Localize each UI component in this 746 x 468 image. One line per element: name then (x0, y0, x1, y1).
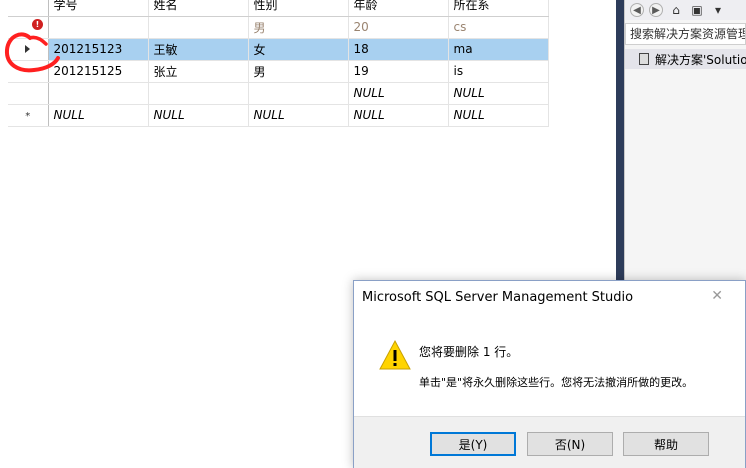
table-row[interactable]: ! 男 20 cs (8, 16, 549, 39)
dialog-message: 您将要删除 1 行。 (419, 345, 519, 359)
dialog-title: Microsoft SQL Server Management Studio (362, 290, 634, 305)
new-row-icon: * (25, 111, 31, 122)
current-row-arrow-icon (25, 45, 31, 53)
dialog-message-detail: 单击"是"将永久删除这些行。您将无法撤消所做的更改。 (419, 376, 694, 389)
table-cell[interactable]: NULL (48, 104, 149, 127)
table-cell[interactable]: is (448, 60, 549, 83)
table-cell[interactable]: 19 (348, 60, 449, 83)
table-cell[interactable] (148, 16, 249, 39)
table-cell[interactable]: 男 (248, 60, 349, 83)
help-button[interactable]: 帮助 (623, 432, 709, 456)
table-cell[interactable]: 201215125 (48, 60, 149, 83)
forward-icon[interactable]: ▶ (649, 3, 663, 17)
table-cell[interactable]: NULL (448, 82, 549, 105)
switch-views-icon[interactable]: ▣ (689, 2, 705, 18)
table-cell[interactable]: 20 (348, 16, 449, 39)
close-icon[interactable]: ✕ (711, 288, 723, 304)
tree-item-solution[interactable]: 解决方案'Solutio (625, 49, 746, 69)
row-selector[interactable]: ! (8, 16, 49, 39)
chevron-down-icon[interactable]: ▾ (710, 2, 726, 18)
no-button[interactable]: 否(N) (527, 432, 613, 456)
table-cell[interactable] (148, 82, 249, 105)
table-cell[interactable]: 18 (348, 38, 449, 61)
dialog-button-bar: 是(Y) 否(N) 帮助 (354, 416, 745, 468)
header-selector (8, 0, 49, 17)
table-cell[interactable]: 男 (248, 16, 349, 39)
error-icon: ! (32, 18, 43, 30)
table-header-row: 学号 姓名 性别 年龄 所在系 (8, 0, 549, 17)
table-cell[interactable]: 201215123 (48, 38, 149, 61)
table-row[interactable]: NULL NULL (8, 82, 549, 105)
row-selector[interactable] (8, 82, 49, 105)
table-cell[interactable]: ma (448, 38, 549, 61)
delete-confirm-dialog: Microsoft SQL Server Management Studio ✕… (353, 280, 746, 468)
row-selector[interactable]: * (8, 104, 49, 127)
column-header[interactable]: 年龄 (348, 0, 449, 17)
explorer-search-input[interactable]: 搜索解决方案资源管理 (625, 23, 746, 45)
table-grid: 学号 姓名 性别 年龄 所在系 ! 男 20 cs 201215123 王敏 女… (8, 0, 549, 127)
table-cell[interactable]: 王敏 (148, 38, 249, 61)
table-row[interactable]: 201215125 张立 男 19 is (8, 60, 549, 83)
table-cell[interactable]: cs (448, 16, 549, 39)
row-selector[interactable] (8, 38, 49, 61)
table-cell[interactable]: NULL (348, 104, 449, 127)
table-cell[interactable]: NULL (448, 104, 549, 127)
tree-item-label: 解决方案'Solutio (655, 52, 746, 67)
table-cell[interactable]: 女 (248, 38, 349, 61)
table-cell[interactable] (48, 82, 149, 105)
table-cell[interactable]: NULL (348, 82, 449, 105)
table-row-selected[interactable]: 201215123 王敏 女 18 ma (8, 38, 549, 61)
solution-icon (639, 53, 649, 65)
table-cell[interactable] (248, 82, 349, 105)
yes-button[interactable]: 是(Y) (430, 432, 516, 456)
warning-icon (379, 339, 411, 370)
table-cell[interactable] (48, 16, 149, 39)
table-row-new[interactable]: * NULL NULL NULL NULL NULL (8, 104, 549, 127)
column-header[interactable]: 学号 (48, 0, 149, 17)
column-header[interactable]: 姓名 (148, 0, 249, 17)
explorer-toolbar: ◀ ▶ ⌂ ▣ ▾ (625, 0, 746, 20)
back-icon[interactable]: ◀ (630, 3, 644, 17)
table-cell[interactable]: 张立 (148, 60, 249, 83)
table-cell[interactable]: NULL (248, 104, 349, 127)
table-cell[interactable]: NULL (148, 104, 249, 127)
column-header[interactable]: 所在系 (448, 0, 549, 17)
row-selector[interactable] (8, 60, 49, 83)
column-header[interactable]: 性别 (248, 0, 349, 17)
home-icon[interactable]: ⌂ (668, 2, 684, 18)
